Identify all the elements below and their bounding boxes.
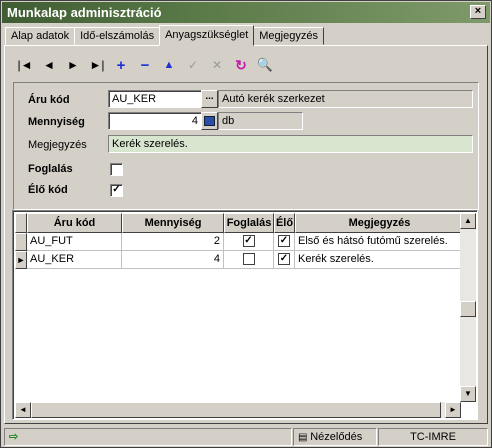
horizontal-scrollbar[interactable]: ◄ ►	[15, 402, 461, 418]
delete-icon[interactable]: −	[133, 54, 157, 76]
main-window: Munkalap adminisztráció × Alap adatok Id…	[0, 0, 492, 448]
grid-header: Áru kód Mennyiség Foglalás Élő Megjegyzé…	[15, 213, 464, 233]
materials-grid: Áru kód Mennyiség Foglalás Élő Megjegyzé…	[12, 210, 478, 420]
prev-record-icon[interactable]: ◄	[37, 54, 61, 76]
title-bar[interactable]: Munkalap adminisztráció ×	[2, 2, 490, 23]
record-form: Áru kód AU_KER ... Autó kerék szerkezet …	[13, 82, 479, 210]
scroll-right-icon[interactable]: ►	[445, 402, 461, 418]
status-bar: ⇨ ▤ Nézelődés TC-IMRE	[2, 427, 490, 447]
navigator-toolbar: |◄ ◄ ► ►| + − ▲ ✓ ✕ ↻ 🔍	[13, 54, 277, 78]
status-mode: ▤ Nézelődés	[293, 428, 377, 446]
tab-alap-adatok[interactable]: Alap adatok	[5, 27, 76, 45]
foglalas-checkbox[interactable]	[110, 163, 123, 176]
grid-header-indicator	[15, 213, 27, 233]
cell-aru-kod[interactable]: AU_KER	[27, 251, 122, 269]
post-icon[interactable]: ✓	[181, 54, 205, 76]
first-record-icon[interactable]: |◄	[13, 54, 37, 76]
edit-icon[interactable]: ▲	[157, 54, 181, 76]
row-indicator	[15, 233, 27, 251]
tab-ido-elszamolas[interactable]: Idő-elszámolás	[74, 27, 161, 45]
horizontal-scroll-thumb[interactable]	[31, 402, 441, 418]
cell-mennyiseg[interactable]: 2	[122, 233, 224, 251]
cell-elo[interactable]: ✓	[274, 251, 295, 269]
mennyiseg-input[interactable]: 4	[108, 112, 202, 130]
cell-foglalas[interactable]: ✓	[224, 233, 274, 251]
column-header-elo[interactable]: Élő	[274, 213, 295, 233]
next-record-icon[interactable]: ►	[61, 54, 85, 76]
lookup-button[interactable]: ...	[201, 90, 218, 108]
scroll-down-icon[interactable]: ▼	[460, 386, 476, 402]
tab-panel: |◄ ◄ ► ►| + − ▲ ✓ ✕ ↻ 🔍 Áru kód AU_KER .…	[4, 45, 488, 424]
megjegyzes-field[interactable]: Kerék szerelés.	[108, 135, 473, 153]
column-header-foglalas[interactable]: Foglalás	[224, 213, 274, 233]
cell-megjegyzes[interactable]: Kerék szerelés.	[295, 251, 464, 269]
scroll-up-icon[interactable]: ▲	[460, 213, 476, 229]
book-icon: ▤	[298, 432, 311, 443]
elo-checkbox-cell[interactable]: ✓	[278, 253, 290, 265]
cell-elo[interactable]: ✓	[274, 233, 295, 251]
aru-kod-label: Áru kód	[28, 94, 70, 106]
cell-megjegyzes[interactable]: Első és hátsó futómű szerelés.	[295, 233, 464, 251]
scroll-left-icon[interactable]: ◄	[15, 402, 31, 418]
foglalas-label: Foglalás	[28, 163, 73, 175]
table-row[interactable]: ► AU_KER 4 ✓ Kerék szerelés.	[15, 251, 464, 269]
cell-mennyiseg[interactable]: 4	[122, 251, 224, 269]
mennyiseg-label: Mennyiség	[28, 116, 85, 128]
column-header-mennyiseg[interactable]: Mennyiség	[122, 213, 224, 233]
foglalas-checkbox-cell[interactable]: ✓	[242, 235, 255, 247]
tab-strip: Alap adatok Idő-elszámolás Anyagszükségl…	[5, 25, 324, 46]
cell-aru-kod[interactable]: AU_FUT	[27, 233, 122, 251]
tab-megjegyzes[interactable]: Megjegyzés	[253, 27, 324, 45]
calculator-icon[interactable]	[201, 112, 218, 130]
close-button[interactable]: ×	[470, 5, 486, 19]
window-title: Munkalap adminisztráció	[7, 5, 162, 20]
foglalas-checkbox-cell[interactable]	[242, 253, 255, 265]
status-arrow-icon: ⇨	[4, 428, 292, 446]
cell-foglalas[interactable]	[224, 251, 274, 269]
status-user: TC-IMRE	[378, 428, 488, 446]
status-mode-text: Nézelődés	[310, 431, 363, 443]
megjegyzes-label: Megjegyzés	[28, 139, 87, 151]
add-icon[interactable]: +	[109, 54, 133, 76]
last-record-icon[interactable]: ►|	[85, 54, 109, 76]
vertical-scrollbar[interactable]: ▲ ▼	[460, 213, 476, 402]
vertical-scroll-thumb[interactable]	[460, 301, 476, 317]
elo-checkbox-cell[interactable]: ✓	[278, 235, 290, 247]
unit-field: db	[218, 112, 303, 130]
column-header-megjegyzes[interactable]: Megjegyzés	[295, 213, 464, 233]
column-header-aru-kod[interactable]: Áru kód	[27, 213, 122, 233]
aru-kod-input[interactable]: AU_KER	[108, 90, 202, 108]
table-row[interactable]: AU_FUT 2 ✓ ✓ Első és hátsó futómű szerel…	[15, 233, 464, 251]
elo-kod-label: Élő kód	[28, 184, 68, 196]
refresh-icon[interactable]: ↻	[229, 54, 253, 76]
current-row-indicator-icon: ►	[15, 251, 27, 269]
search-icon[interactable]: 🔍	[253, 54, 277, 76]
tab-anyagszukseglet[interactable]: Anyagszükséglet	[159, 25, 255, 46]
elo-kod-checkbox[interactable]: ✓	[110, 184, 123, 197]
aru-description: Autó kerék szerkezet	[218, 90, 473, 108]
cancel-icon[interactable]: ✕	[205, 54, 229, 76]
